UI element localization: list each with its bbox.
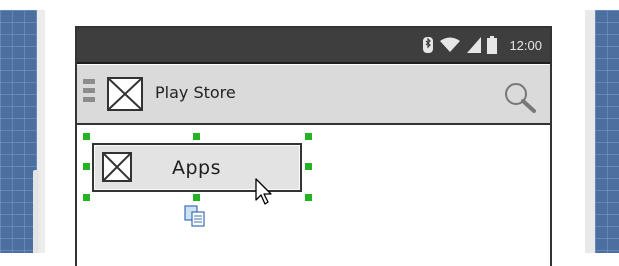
mouse-pointer-icon	[255, 178, 272, 205]
resize-handle-bottom-right[interactable]	[305, 194, 312, 201]
canvas-grid-left	[0, 10, 37, 253]
status-icons: 12:00	[423, 35, 542, 55]
status-bar: 12:00	[77, 28, 550, 64]
resize-handle-top[interactable]	[193, 133, 200, 140]
status-time: 12:00	[509, 37, 542, 53]
resize-handle-right[interactable]	[305, 163, 312, 170]
wifi-icon	[440, 37, 461, 52]
panel-edge-tab	[33, 170, 39, 253]
resize-handle-bottom-left[interactable]	[83, 194, 90, 201]
image-placeholder-icon	[102, 152, 132, 182]
search-icon[interactable]	[502, 80, 538, 114]
image-placeholder-icon	[107, 77, 143, 111]
copy-icon[interactable]	[184, 205, 206, 227]
resize-handle-bottom[interactable]	[193, 194, 200, 201]
battery-icon	[487, 36, 498, 54]
app-bar-title: Play Store	[155, 83, 236, 102]
bluetooth-icon	[423, 37, 434, 53]
resize-handle-top-left[interactable]	[83, 133, 90, 140]
signal-icon	[467, 37, 482, 53]
hamburger-menu-icon[interactable]	[83, 79, 95, 107]
apps-button-label: Apps	[172, 157, 222, 179]
resize-handle-top-right[interactable]	[305, 133, 312, 140]
panel-divider-right	[585, 10, 595, 253]
app-bar: Play Store	[77, 65, 550, 125]
resize-handle-left[interactable]	[83, 163, 90, 170]
canvas-grid-right	[595, 10, 619, 253]
